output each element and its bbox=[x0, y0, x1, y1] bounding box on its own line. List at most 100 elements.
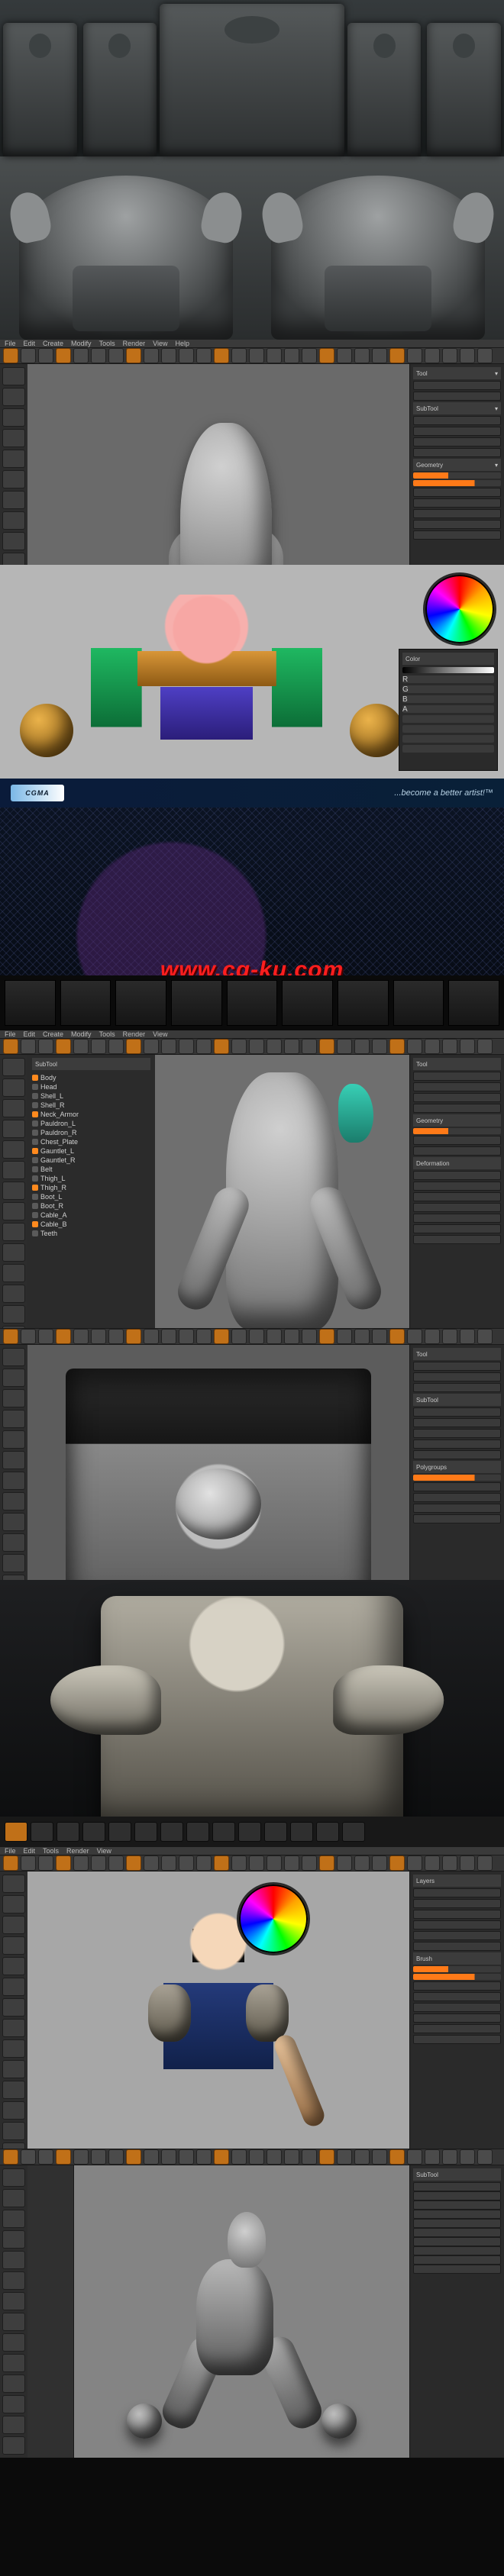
swatch-row[interactable] bbox=[402, 725, 494, 733]
channel-row[interactable]: B bbox=[402, 695, 494, 703]
shelf-button[interactable] bbox=[56, 1329, 71, 1344]
visibility-toggle-icon[interactable] bbox=[32, 1075, 38, 1081]
swatch-row[interactable] bbox=[402, 745, 494, 753]
subtool-item[interactable]: Pauldron_R bbox=[32, 1128, 150, 1137]
panel-row[interactable] bbox=[413, 1450, 501, 1459]
panel-row[interactable] bbox=[413, 1372, 501, 1381]
dock-button[interactable] bbox=[2, 511, 25, 530]
shelf-button[interactable] bbox=[460, 1329, 475, 1344]
panel-row[interactable] bbox=[413, 1182, 501, 1191]
dock-button[interactable] bbox=[2, 2251, 25, 2269]
viewport-pose[interactable] bbox=[74, 2165, 409, 2458]
slider[interactable] bbox=[413, 1974, 501, 1980]
panel-row[interactable] bbox=[413, 1418, 501, 1427]
timeline-thumb[interactable] bbox=[393, 980, 444, 1026]
render-shelf-button[interactable] bbox=[264, 1822, 287, 1842]
shelf-button[interactable] bbox=[196, 2149, 212, 2165]
panel-row[interactable] bbox=[413, 1136, 501, 1145]
shelf-button[interactable] bbox=[161, 1039, 176, 1054]
subtool-item[interactable]: Shell_L bbox=[32, 1091, 150, 1101]
shelf-button[interactable] bbox=[3, 348, 18, 363]
dock-button[interactable] bbox=[2, 2333, 25, 2352]
tool-shelf[interactable] bbox=[0, 347, 504, 364]
shelf-button[interactable] bbox=[73, 2149, 89, 2165]
panel-row[interactable] bbox=[413, 2024, 501, 2033]
swatch-row[interactable] bbox=[402, 735, 494, 743]
timeline-thumb[interactable] bbox=[171, 980, 222, 1026]
dock-button[interactable] bbox=[2, 429, 25, 447]
dock-button[interactable] bbox=[2, 470, 25, 488]
dock-button[interactable] bbox=[2, 2230, 25, 2249]
subtool-item[interactable]: Gauntlet_R bbox=[32, 1156, 150, 1165]
shelf-button[interactable] bbox=[354, 1329, 370, 1344]
dock-button[interactable] bbox=[2, 2039, 25, 2058]
color-slider[interactable] bbox=[402, 667, 494, 673]
shelf-button[interactable] bbox=[442, 348, 457, 363]
shelf-button[interactable] bbox=[179, 348, 194, 363]
dock-button[interactable] bbox=[2, 2416, 25, 2434]
slider[interactable] bbox=[413, 1475, 501, 1481]
panel-row[interactable] bbox=[413, 1072, 501, 1081]
dock-button[interactable] bbox=[2, 2189, 25, 2207]
shelf-button[interactable] bbox=[161, 348, 176, 363]
shelf-button[interactable] bbox=[196, 1329, 212, 1344]
render-shelf-button[interactable] bbox=[290, 1822, 313, 1842]
panel-row[interactable] bbox=[413, 427, 501, 436]
menu-render[interactable]: Render bbox=[123, 340, 146, 347]
panel-row[interactable] bbox=[413, 1407, 501, 1417]
dock-button[interactable] bbox=[2, 2354, 25, 2372]
panel-row[interactable] bbox=[413, 520, 501, 529]
visibility-toggle-icon[interactable] bbox=[32, 1139, 38, 1145]
dock-button[interactable] bbox=[2, 1305, 25, 1323]
shelf-button[interactable] bbox=[442, 1855, 457, 1871]
subtool-item[interactable]: Pauldron_L bbox=[32, 1119, 150, 1128]
shelf-button[interactable] bbox=[21, 2149, 36, 2165]
dock-button[interactable] bbox=[2, 2122, 25, 2140]
shelf-button[interactable] bbox=[196, 1855, 212, 1871]
shelf-button[interactable] bbox=[372, 348, 387, 363]
panel-row[interactable] bbox=[413, 498, 501, 508]
timeline-thumb[interactable] bbox=[5, 980, 56, 1026]
dock-button[interactable] bbox=[2, 2168, 25, 2187]
shelf-button[interactable] bbox=[302, 1855, 317, 1871]
menu-bar[interactable]: File Edit Create Modify Tools Render Vie… bbox=[0, 1030, 504, 1038]
subtool-item[interactable]: Gauntlet_L bbox=[32, 1146, 150, 1156]
shelf-button[interactable] bbox=[73, 1329, 89, 1344]
dock-button[interactable] bbox=[2, 2374, 25, 2393]
panel-row[interactable] bbox=[413, 2182, 501, 2191]
shelf-button[interactable] bbox=[302, 1039, 317, 1054]
shelf-button[interactable] bbox=[302, 1329, 317, 1344]
panel-row[interactable] bbox=[413, 1482, 501, 1491]
shelf-button[interactable] bbox=[284, 1855, 299, 1871]
panel-row[interactable] bbox=[413, 1104, 501, 1113]
panel-row[interactable] bbox=[413, 1362, 501, 1371]
shelf-button[interactable] bbox=[56, 1039, 71, 1054]
visibility-toggle-icon[interactable] bbox=[32, 1185, 38, 1191]
subtool-item[interactable]: Chest_Plate bbox=[32, 1137, 150, 1146]
channel-row[interactable]: A bbox=[402, 705, 494, 713]
dock-button[interactable] bbox=[2, 1120, 25, 1138]
panel-row[interactable] bbox=[413, 2228, 501, 2237]
shelf-button[interactable] bbox=[477, 1329, 493, 1344]
shelf-button[interactable] bbox=[249, 1855, 264, 1871]
dock-button[interactable] bbox=[2, 1998, 25, 2017]
panel-row[interactable] bbox=[413, 488, 501, 497]
render-shelf-button[interactable] bbox=[160, 1822, 183, 1842]
panel-row[interactable] bbox=[413, 1192, 501, 1201]
shelf-button[interactable] bbox=[126, 1855, 141, 1871]
render-shelf-button[interactable] bbox=[212, 1822, 235, 1842]
left-dock[interactable] bbox=[0, 2165, 27, 2458]
menu-modify[interactable]: Modify bbox=[71, 340, 92, 347]
panel-row[interactable] bbox=[413, 1093, 501, 1102]
shelf-button[interactable] bbox=[337, 1039, 352, 1054]
menu-tools[interactable]: Tools bbox=[99, 340, 115, 347]
shelf-button[interactable] bbox=[319, 2149, 334, 2165]
shelf-button[interactable] bbox=[389, 2149, 405, 2165]
shelf-button[interactable] bbox=[126, 2149, 141, 2165]
shelf-button[interactable] bbox=[56, 348, 71, 363]
panel-row[interactable] bbox=[413, 1493, 501, 1502]
shelf-button[interactable] bbox=[425, 1855, 440, 1871]
shelf-button[interactable] bbox=[372, 2149, 387, 2165]
shelf-button[interactable] bbox=[214, 1855, 229, 1871]
shelf-button[interactable] bbox=[231, 1329, 247, 1344]
